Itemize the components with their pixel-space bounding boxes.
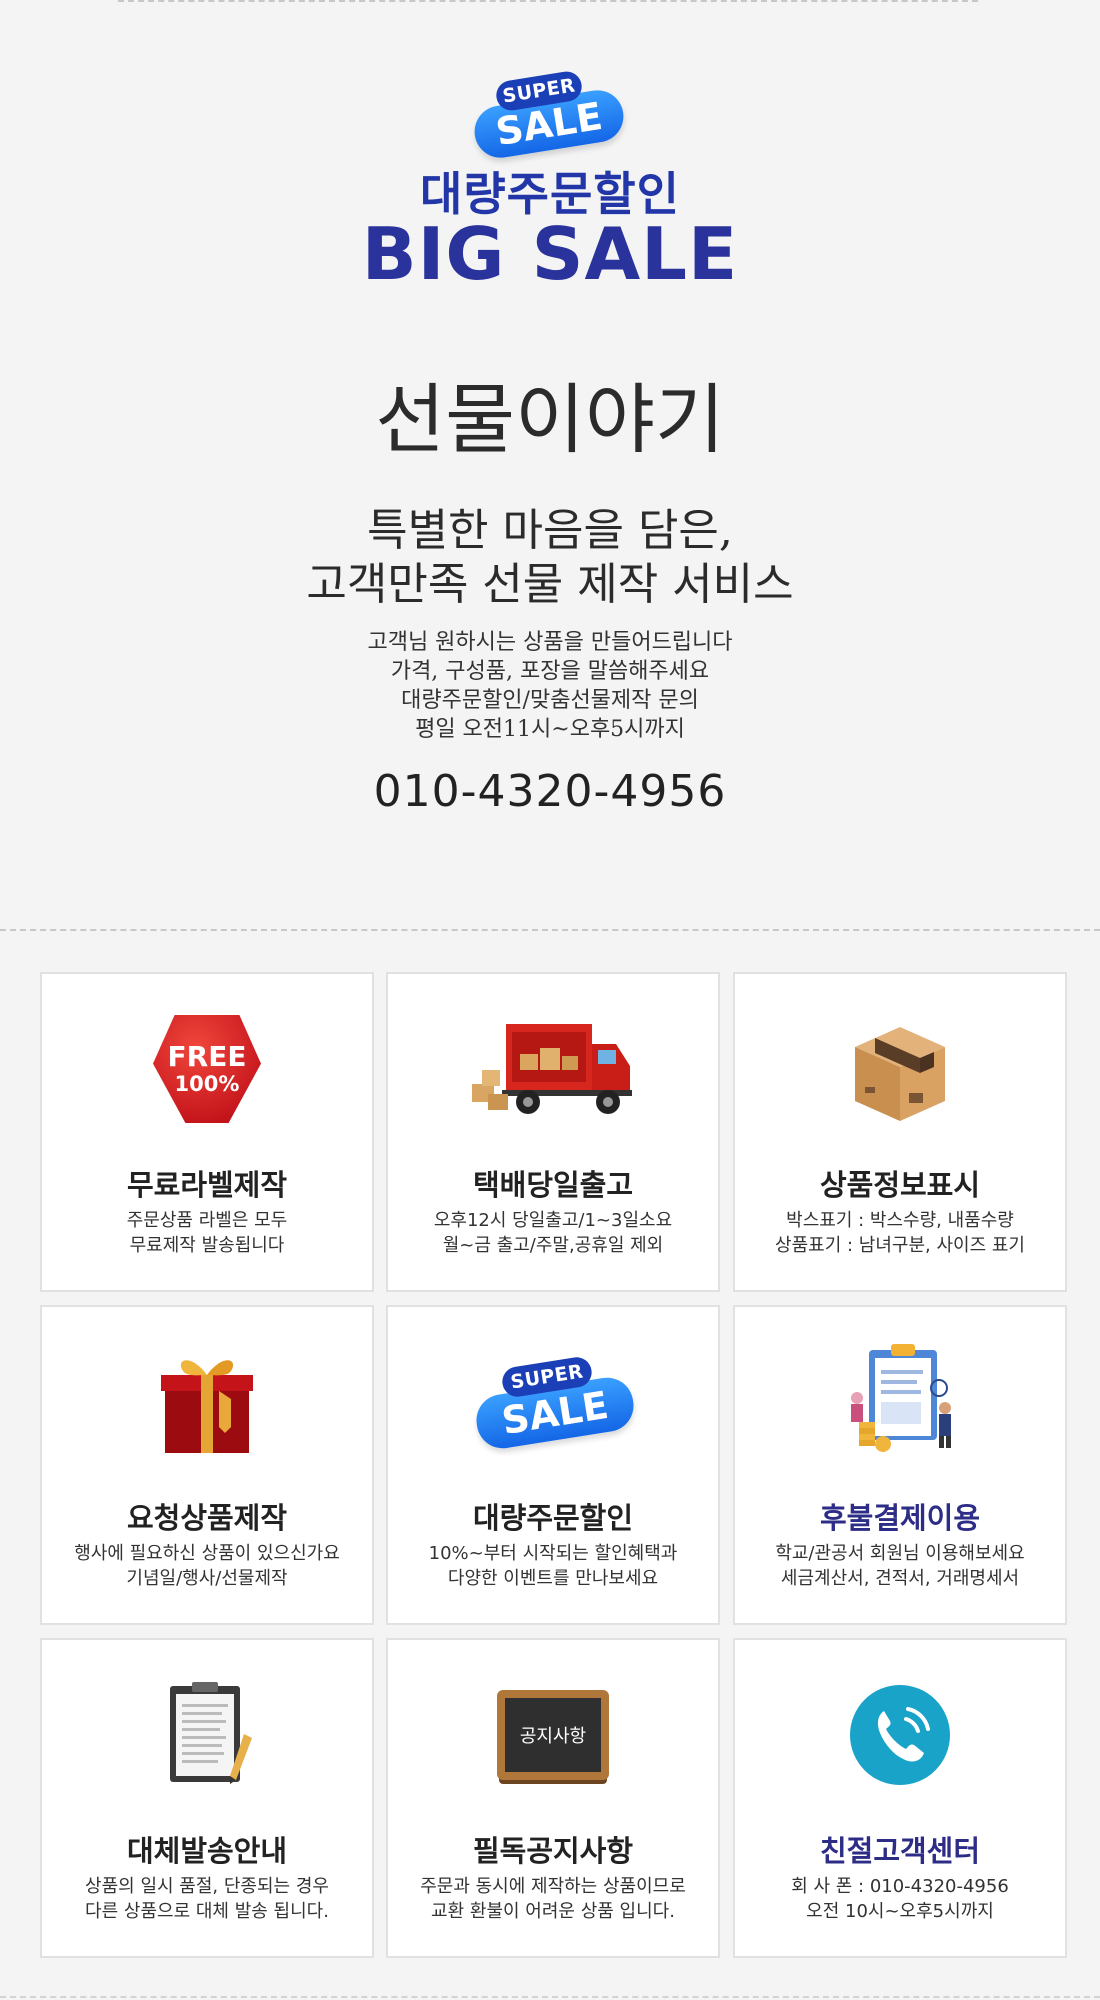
hero-phone-number[interactable]: 010-4320-4956	[0, 766, 1100, 817]
card-desc-line: 세금계산서, 견적서, 거래명세서	[780, 1568, 1020, 1589]
notice-board-text: 공지사항	[497, 1690, 609, 1780]
card-title: 대체발송안내	[126, 1834, 288, 1868]
card-description: 회 사 폰 : 010-4320-4956 오전 10시~오후5시까지	[735, 1874, 1065, 1924]
card-title: 친절고객센터	[819, 1834, 981, 1868]
tagline-line-2: 고객만족 선물 제작 서비스	[306, 559, 794, 610]
card-desc-line: 주문상품 라벨은 모두	[126, 1210, 288, 1231]
card-title: 요청상품제작	[126, 1501, 288, 1535]
card-desc-line: 10%~부터 시작되는 할인혜택과	[428, 1543, 678, 1564]
card-description: 주문상품 라벨은 모두 무료제작 발송됩니다	[42, 1208, 372, 1258]
card-description: 행사에 필요하신 상품이 있으신가요 기념일/행사/선물제작	[42, 1541, 372, 1591]
card-description: 10%~부터 시작되는 할인혜택과 다양한 이벤트를 만나보세요	[388, 1541, 718, 1591]
card-description: 주문과 동시에 제작하는 상품이므로 교환 환불이 어려운 상품 입니다.	[388, 1874, 718, 1924]
super-sale-icon: SALE SUPER	[388, 1347, 718, 1457]
card-desc-line: 주문과 동시에 제작하는 상품이므로	[420, 1876, 686, 1897]
card-desc-line: 다른 상품으로 대체 발송 됩니다.	[85, 1901, 329, 1922]
service-card-product-info: 상품정보표시 박스표기 : 박스수량, 내품수량 상품표기 : 남녀구분, 사이…	[733, 972, 1067, 1292]
hero-info-line: 대량주문할인/맞춤선물제작 문의	[401, 688, 699, 713]
card-title: 후불결제이용	[819, 1501, 981, 1535]
service-card-notice: 공지사항 필독공지사항 주문과 동시에 제작하는 상품이므로 교환 환불이 어려…	[386, 1638, 720, 1958]
service-card-customer-center: 친절고객센터 회 사 폰 : 010-4320-4956 오전 10시~오후5시…	[733, 1638, 1067, 1958]
hero-info-line: 가격, 구성품, 포장을 말씀해주세요	[390, 659, 710, 684]
service-card-substitute-shipping: 대체발송안내 상품의 일시 품절, 단종되는 경우 다른 상품으로 대체 발송 …	[40, 1638, 374, 1958]
card-desc-line: 학교/관공서 회원님 이용해보세요	[775, 1543, 1025, 1564]
hero-info-lines: 고객님 원하시는 상품을 만들어드립니다 가격, 구성품, 포장을 말씀해주세요…	[0, 628, 1100, 744]
service-card-deferred-payment: 후불결제이용 학교/관공서 회원님 이용해보세요 세금계산서, 견적서, 거래명…	[733, 1305, 1067, 1625]
card-title: 상품정보표시	[819, 1168, 981, 1202]
card-desc-line: 상품표기 : 남녀구분, 사이즈 표기	[775, 1235, 1025, 1256]
free-badge-line1: FREE	[167, 1040, 247, 1073]
card-desc-line: 오전 10시~오후5시까지	[806, 1901, 994, 1922]
card-description: 상품의 일시 품절, 단종되는 경우 다른 상품으로 대체 발송 됩니다.	[42, 1874, 372, 1924]
service-card-bulk-discount: SALE SUPER 대량주문할인 10%~부터 시작되는 할인혜택과 다양한 …	[386, 1305, 720, 1625]
free-100-badge-icon: FREE 100%	[42, 1014, 372, 1124]
gift-box-icon	[42, 1347, 372, 1457]
service-grid: FREE 100% 무료라벨제작 주문상품 라벨은 모두 무료제작 발송됩니다	[40, 972, 1068, 1958]
bottom-divider	[0, 1996, 1100, 1998]
clipboard-payment-icon	[735, 1344, 1065, 1457]
free-badge-line2: 100%	[174, 1072, 240, 1096]
card-title: 무료라벨제작	[126, 1168, 288, 1202]
hero-big-title: BIG SALE	[361, 212, 739, 296]
card-desc-line: 다양한 이벤트를 만나보세요	[447, 1568, 659, 1589]
card-desc-line: 박스표기 : 박스수량, 내품수량	[786, 1210, 1014, 1231]
card-desc-line[interactable]: 회 사 폰 : 010-4320-4956	[735, 1874, 1065, 1899]
card-desc-line: 행사에 필요하신 상품이 있으신가요	[74, 1543, 340, 1564]
delivery-truck-icon	[388, 1014, 718, 1124]
hero-info-line: 고객님 원하시는 상품을 만들어드립니다	[367, 630, 733, 655]
service-card-free-label: FREE 100% 무료라벨제작 주문상품 라벨은 모두 무료제작 발송됩니다	[40, 972, 374, 1292]
card-desc-line: 기념일/행사/선물제작	[126, 1568, 288, 1589]
card-title: 대량주문할인	[472, 1501, 634, 1535]
card-desc-line: 오후12시 당일출고/1~3일소요	[433, 1210, 673, 1231]
card-description: 박스표기 : 박스수량, 내품수량 상품표기 : 남녀구분, 사이즈 표기	[735, 1208, 1065, 1258]
service-card-same-day-shipping: 택배당일출고 오후12시 당일출고/1~3일소요 월~금 출고/주말,공휴일 제…	[386, 972, 720, 1292]
brand-title: 선물이야기	[375, 375, 725, 464]
card-description: 오후12시 당일출고/1~3일소요 월~금 출고/주말,공휴일 제외	[388, 1208, 718, 1258]
card-desc-line: 월~금 출고/주말,공휴일 제외	[442, 1235, 664, 1256]
phone-icon	[735, 1680, 1065, 1790]
card-desc-line: 상품의 일시 품절, 단종되는 경우	[85, 1876, 329, 1897]
hero-section: SALE SUPER 대량주문할인 BIG SALE 선물이야기 특별한 마음을…	[0, 0, 1100, 929]
card-title: 필독공지사항	[472, 1834, 634, 1868]
clipboard-pencil-icon	[42, 1680, 372, 1790]
hero-info-line: 평일 오전11시~오후5시까지	[415, 717, 685, 742]
section-divider	[0, 929, 1100, 931]
cardboard-box-icon	[735, 1014, 1065, 1124]
card-desc-line: 교환 환불이 어려운 상품 입니다.	[431, 1901, 675, 1922]
super-sale-badge: SALE SUPER	[468, 69, 628, 162]
card-title: 택배당일출고	[472, 1168, 634, 1202]
card-desc-line: 무료제작 발송됩니다	[129, 1235, 285, 1256]
service-card-custom-order: 요청상품제작 행사에 필요하신 상품이 있으신가요 기념일/행사/선물제작	[40, 1305, 374, 1625]
card-description: 학교/관공서 회원님 이용해보세요 세금계산서, 견적서, 거래명세서	[735, 1541, 1065, 1591]
notice-board-icon: 공지사항	[388, 1680, 718, 1790]
